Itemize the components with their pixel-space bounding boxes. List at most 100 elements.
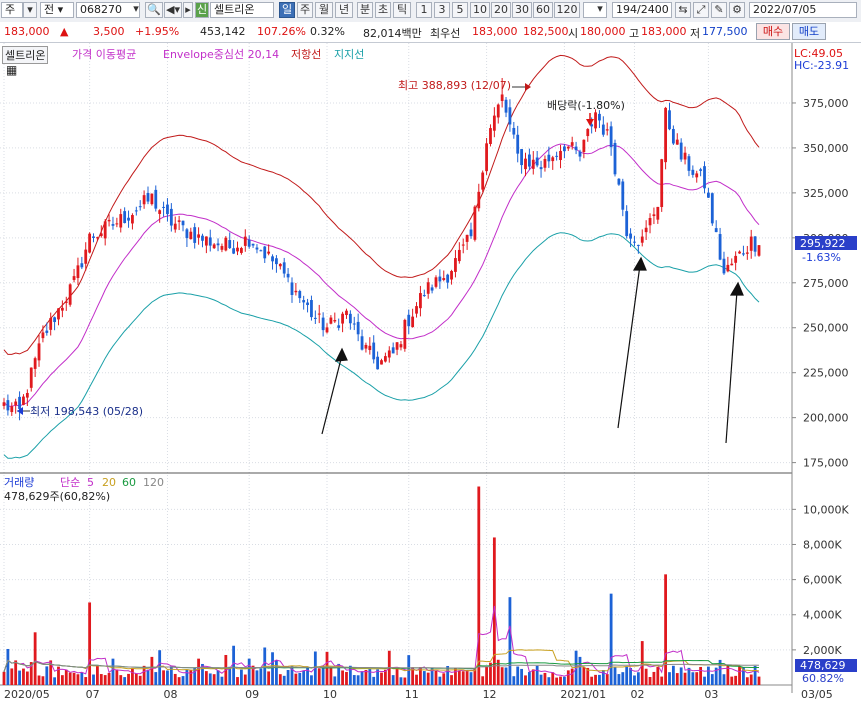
market-dropdown-icon[interactable]: ▾ [23, 2, 37, 18]
volume-bar [131, 667, 134, 685]
compare-icon[interactable]: ⇆ [675, 2, 691, 18]
legend-support[interactable]: 지지선 [334, 46, 364, 62]
period-week-tab[interactable]: 주 [297, 2, 313, 18]
candle-body [181, 220, 185, 226]
legend-stock[interactable]: 셀트리온 [2, 46, 49, 64]
candle-body [411, 316, 415, 328]
volume-bar [6, 648, 10, 685]
volume-bar [566, 670, 570, 685]
code-dropdown-icon[interactable]: ▾ [130, 2, 142, 18]
buy-button[interactable]: 매수 [756, 23, 790, 40]
candle-body [76, 265, 80, 279]
candle-body [454, 258, 457, 272]
volume-bar [278, 674, 282, 685]
prev-icon[interactable]: ▸ [183, 2, 193, 18]
kind-select[interactable]: 전 ▾ [40, 2, 74, 18]
best-bid: 182,500 [523, 25, 569, 38]
stock-chart[interactable]: 175,000200,000225,000250,000275,000300,0… [0, 43, 861, 710]
period-day-tab[interactable]: 일 [279, 2, 295, 18]
price-tick-label: 250,000 [803, 322, 849, 335]
interval-3-tab[interactable]: 3 [434, 2, 450, 18]
time-tick-label: 09 [245, 688, 259, 701]
volume-bar [415, 674, 418, 685]
interval-30-tab[interactable]: 30 [512, 2, 532, 18]
candle-body [25, 392, 29, 398]
candle-body [516, 134, 520, 154]
legend-ma[interactable]: 가격 이동평균 [72, 46, 136, 62]
candle-body [22, 396, 25, 405]
candle-body [115, 223, 119, 225]
draw-icon[interactable]: ✎ [711, 2, 727, 18]
price-tick-label: 275,000 [803, 277, 849, 290]
volume-bar [228, 666, 232, 685]
volume-tick-label: 10,000K [803, 503, 849, 516]
candle-body [407, 314, 411, 327]
volume-bar [500, 667, 504, 685]
legend-resistance[interactable]: 저항선 [291, 46, 321, 62]
volume-bar [158, 650, 162, 685]
candle-body [329, 317, 333, 324]
interval-20-tab[interactable]: 20 [491, 2, 511, 18]
time-tick-label: 2021/01 [560, 688, 606, 701]
period-minute-tab[interactable]: 분 [357, 2, 373, 18]
search-icon[interactable]: 🔍 [145, 2, 163, 18]
bar-count[interactable]: 194/2400 [612, 2, 672, 18]
candle-body [282, 262, 286, 274]
legend-envelope[interactable]: Envelope중심선 20,14 [163, 46, 279, 62]
interval-120-tab[interactable]: 120 [554, 2, 580, 18]
turnover: 0.32% [310, 25, 345, 38]
period-year-tab[interactable]: 년 [335, 2, 353, 18]
candle-body [290, 282, 294, 295]
volume-bar [426, 672, 430, 685]
period-tick-tab[interactable]: 틱 [393, 2, 411, 18]
volume-bar [527, 672, 531, 685]
grid-toggle-icon[interactable]: ▦ [6, 63, 17, 77]
time-tick-label: 12 [483, 688, 497, 701]
gear-icon[interactable]: ⚙ [729, 2, 745, 18]
date-input[interactable]: 2022/07/05 [749, 2, 857, 18]
candle-body [364, 344, 368, 349]
volume-bar [80, 672, 84, 685]
candle-body [757, 245, 761, 256]
volume-ratio: 107.26% [257, 25, 306, 38]
speaker-icon[interactable]: ◀▾ [164, 2, 182, 18]
interval-60-tab[interactable]: 60 [533, 2, 553, 18]
candle-body [255, 247, 259, 250]
candle-body [146, 192, 150, 202]
candle-body [644, 227, 648, 233]
candle-body [127, 217, 130, 221]
fit-icon[interactable]: ⤢ [693, 2, 709, 18]
low-price: 177,500 [702, 25, 748, 38]
candle-body [18, 396, 21, 410]
candle-body [275, 258, 278, 265]
volume-bar [185, 669, 189, 685]
candle-body [598, 113, 601, 121]
candle-body [531, 159, 535, 169]
candle-body [633, 241, 636, 243]
candle-body [625, 211, 629, 237]
volume-bar [282, 675, 286, 685]
volume-bar [134, 673, 138, 685]
volume-bar [450, 675, 453, 685]
candle-body [247, 239, 251, 247]
sell-button[interactable]: 매도 [792, 23, 826, 40]
volume-bar [127, 673, 130, 685]
volume-bar [636, 672, 640, 685]
volume-bar [383, 669, 387, 685]
candle-body [570, 142, 574, 146]
period-month-tab[interactable]: 월 [315, 2, 333, 18]
candle-body [574, 146, 578, 151]
volume-bar [84, 677, 88, 685]
period-second-tab[interactable]: 초 [375, 2, 391, 18]
volume-bar [150, 656, 154, 685]
volume-bar [457, 670, 461, 685]
candle-body [734, 255, 738, 263]
high-price: 183,000 [641, 25, 687, 38]
interval-5-tab[interactable]: 5 [452, 2, 468, 18]
market-select[interactable]: 주 [1, 2, 23, 18]
interval-10-tab[interactable]: 10 [470, 2, 490, 18]
candle-body [578, 151, 582, 157]
custom-interval-dropdown-icon[interactable]: ▾ [594, 2, 606, 18]
candle-body [313, 317, 317, 319]
interval-1-tab[interactable]: 1 [416, 2, 432, 18]
